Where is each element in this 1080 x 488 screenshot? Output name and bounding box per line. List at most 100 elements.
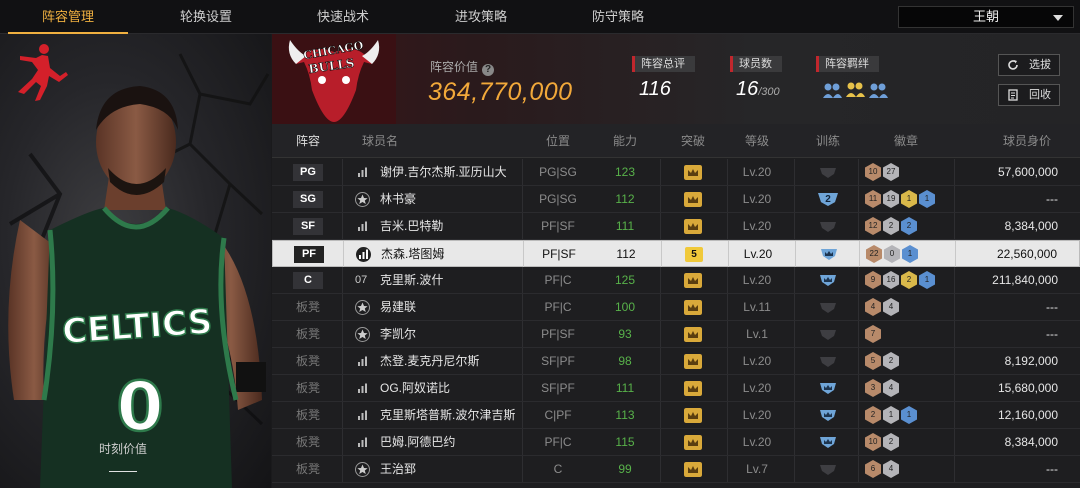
team-selector-dropdown[interactable]: 王朝 <box>898 6 1074 28</box>
breakthrough-count-badge[interactable]: 5 <box>685 247 703 262</box>
player-name: 克里斯.波什 <box>380 273 444 287</box>
lineup-summary-header: CHICAGO BULLS 阵容价值? 364,770,000 阵容总评 116… <box>272 34 1080 124</box>
breakthrough-crown-icon[interactable] <box>684 408 702 423</box>
table-row[interactable]: 板凳 王治郅 C 99 Lv.7 6 4 --- <box>272 456 1080 483</box>
silver-badge-icon: 2 <box>883 217 899 235</box>
training-crown-shield-icon[interactable] <box>818 382 838 395</box>
column-divider <box>342 213 343 239</box>
column-divider <box>794 213 795 239</box>
table-row[interactable]: 板凳 李凯尔 PF|SF 93 Lv.1 7 --- <box>272 321 1080 348</box>
column-divider <box>858 159 859 185</box>
top-nav: 阵容管理 轮换设置 快速战术 进攻策略 防守策略 王朝 <box>0 0 1080 34</box>
breakthrough-crown-icon[interactable] <box>684 381 702 396</box>
training-shield-icon-inactive[interactable] <box>818 355 838 368</box>
column-divider <box>858 186 859 212</box>
column-divider <box>660 321 661 347</box>
training-crown-shield-icon[interactable] <box>818 409 838 422</box>
col-lineup[interactable]: 阵容 <box>286 124 330 158</box>
breakthrough-crown-icon[interactable] <box>684 435 702 450</box>
recycle-button[interactable]: 回收 <box>998 84 1060 106</box>
training-shield-icon-inactive[interactable] <box>818 463 838 476</box>
bronze-badge-icon: 7 <box>865 325 881 343</box>
col-badges[interactable]: 徽章 <box>870 124 942 158</box>
table-row[interactable]: SG 林书豪 PG|SG 112 Lv.20 2 11 19 1 1 --- <box>272 186 1080 213</box>
player-ability: 125 <box>614 273 636 287</box>
column-divider <box>858 375 859 401</box>
column-divider <box>342 294 343 320</box>
player-value: 8,384,000 <box>1004 435 1058 449</box>
bronze-badge-icon: 2 <box>865 406 881 424</box>
breakthrough-crown-icon[interactable] <box>684 273 702 288</box>
training-shield-icon-inactive[interactable] <box>818 301 838 314</box>
col-player-value[interactable]: 球员身价 <box>982 124 1072 158</box>
training-level-shield-icon[interactable]: 2 <box>818 193 838 206</box>
bench-slot-label: 板凳 <box>295 462 320 476</box>
breakthrough-crown-icon[interactable] <box>684 165 702 180</box>
training-crown-shield-icon[interactable] <box>818 274 838 287</box>
tab-quick-tactics[interactable]: 快速战术 <box>283 0 403 34</box>
column-divider <box>954 267 955 293</box>
column-divider <box>794 321 795 347</box>
breakthrough-crown-icon[interactable] <box>684 192 702 207</box>
player-positions: C|PF <box>544 408 572 422</box>
table-row[interactable]: C 07 克里斯.波什 PF|C 125 Lv.20 9 16 2 1 211,840,000 <box>272 267 1080 294</box>
tab-offense-strategy[interactable]: 进攻策略 <box>421 0 541 34</box>
featured-player-panel: CELTICS 0 时刻价值 —— <box>0 34 271 488</box>
tab-rotation-settings[interactable]: 轮换设置 <box>146 0 266 34</box>
tab-lineup-management[interactable]: 阵容管理 <box>8 0 128 34</box>
column-divider <box>660 429 661 455</box>
table-row[interactable]: 板凳 克里斯塔普斯.波尔津吉斯 C|PF 113 Lv.20 2 1 1 12,160,000 <box>272 402 1080 429</box>
training-crown-shield-icon[interactable] <box>819 248 839 261</box>
col-breakthrough[interactable]: 突破 <box>662 124 724 158</box>
breakthrough-crown-icon[interactable] <box>684 219 702 234</box>
chemistry-icons[interactable] <box>822 80 892 102</box>
training-crown-shield-icon[interactable] <box>818 436 838 449</box>
breakthrough-crown-icon[interactable] <box>684 327 702 342</box>
col-level[interactable]: 等级 <box>727 124 787 158</box>
silver-badge-icon: 19 <box>883 190 899 208</box>
table-row[interactable]: 板凳 易建联 PF|C 100 Lv.11 4 4 --- <box>272 294 1080 321</box>
training-shield-icon-inactive[interactable] <box>818 328 838 341</box>
column-divider <box>858 294 859 320</box>
player-ability: 99 <box>618 462 632 476</box>
column-divider <box>954 348 955 374</box>
select-players-button[interactable]: 选拔 <box>998 54 1060 76</box>
breakthrough-crown-icon[interactable] <box>684 300 702 315</box>
lineup-value: 364,770,000 <box>428 78 573 106</box>
star-rarity-icon <box>355 300 370 315</box>
bronze-badge-icon: 12 <box>865 217 881 235</box>
table-row[interactable]: 板凳 杰登.麦克丹尼尔斯 SF|PF 98 Lv.20 5 2 8,192,000 <box>272 348 1080 375</box>
col-ability[interactable]: 能力 <box>594 124 656 158</box>
help-icon[interactable]: ? <box>482 64 495 76</box>
column-divider <box>954 321 955 347</box>
table-row[interactable]: 板凳 巴姆.阿德巴约 PF|C 115 Lv.20 10 2 8,384,000 <box>272 429 1080 456</box>
player-value: 12,160,000 <box>997 408 1058 422</box>
bench-slot-label: 板凳 <box>295 408 320 422</box>
training-shield-icon-inactive[interactable] <box>818 220 838 233</box>
table-row[interactable]: PG 谢伊.吉尔杰斯.亚历山大 PG|SG 123 Lv.20 10 27 57,600,00… <box>272 159 1080 186</box>
breakthrough-crown-icon[interactable] <box>684 354 702 369</box>
table-row[interactable]: 板凳 OG.阿奴诺比 SF|PF 111 Lv.20 3 4 15,680,000 <box>272 375 1080 402</box>
col-training[interactable]: 训练 <box>798 124 858 158</box>
tab-defense-strategy[interactable]: 防守策略 <box>558 0 678 34</box>
player-level: Lv.20 <box>742 192 772 206</box>
column-divider <box>342 402 343 428</box>
breakthrough-crown-icon[interactable] <box>684 462 702 477</box>
player-positions: PG|SG <box>539 192 577 206</box>
position-slot-badge: SF <box>293 218 323 235</box>
column-divider <box>794 456 795 482</box>
table-row[interactable]: SF 吉米.巴特勒 PF|SF 111 Lv.20 12 2 2 8,384,000 <box>272 213 1080 240</box>
column-divider <box>660 375 661 401</box>
player-level: Lv.20 <box>743 247 773 261</box>
column-divider <box>343 241 344 267</box>
table-row[interactable]: PF 杰森.塔图姆 PF|SF 112 5 Lv.20 22 0 1 22,560,000 <box>272 240 1080 267</box>
col-player-name[interactable]: 球员名 <box>350 124 410 158</box>
star-rarity-icon <box>355 327 370 342</box>
player-value: 57,600,000 <box>997 165 1058 179</box>
player-name: 李凯尔 <box>380 327 417 341</box>
bench-slot-label: 板凳 <box>295 300 320 314</box>
column-divider <box>858 456 859 482</box>
training-shield-icon-inactive[interactable] <box>818 166 838 179</box>
col-position[interactable]: 位置 <box>522 124 594 158</box>
column-divider <box>954 186 955 212</box>
